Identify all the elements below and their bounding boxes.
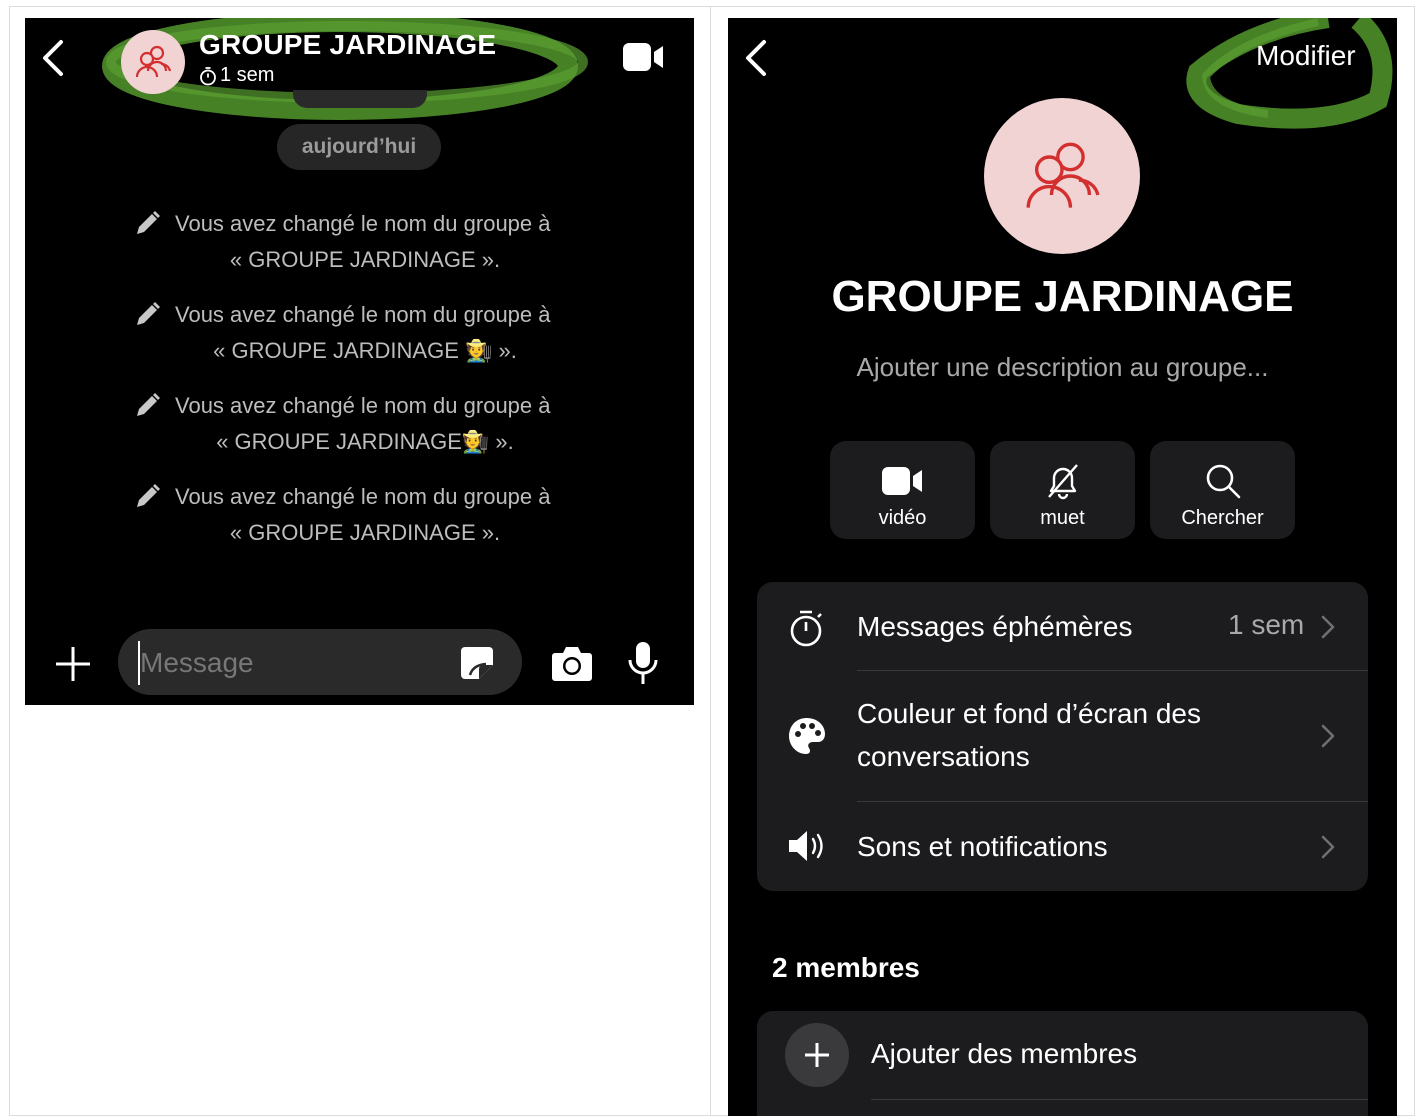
sticker-icon[interactable] [459,645,495,681]
video-action-button[interactable]: vidéo [830,441,975,539]
system-message-line2: « GROUPE JARDINAGE ». [229,247,501,272]
highlight-scribble [1186,18,1393,129]
speaker-icon [789,831,823,861]
settings-list: Messages éphémères 1 sem Couleur et fond… [757,582,1368,891]
chevron-right-icon [1321,724,1335,748]
pencil-icon [137,393,160,416]
add-members-button[interactable] [785,1023,849,1087]
group-people-icon [135,45,172,78]
group-info-screen: Modifier GROUPE JARDINAGE Ajouter une de… [728,18,1397,1116]
video-icon [881,467,922,495]
members-section-title: 2 membres [772,952,920,983]
back-chevron-icon[interactable] [742,38,772,78]
camera-icon[interactable] [551,644,593,682]
plus-icon[interactable] [53,644,93,684]
divider [871,1099,1368,1100]
chat-title[interactable]: GROUPE JARDINAGE [199,29,496,61]
add-members-label[interactable]: Ajouter des membres [871,1038,1137,1070]
pencil-icon [137,211,160,234]
timer-icon [200,66,216,85]
pencil-icon [137,302,160,325]
group-people-icon [1026,142,1100,208]
system-message-line1: Vous avez changé le nom du groupe à [175,302,551,327]
system-message: Vous avez changé le nom du groupe à « GR… [115,479,615,551]
system-message-line2: « GROUPE JARDINAGE🧑‍🌾 ». [216,429,514,454]
search-action-label: Chercher [1181,507,1264,529]
plus-icon [805,1043,829,1067]
chevron-right-icon [1321,615,1335,639]
system-message: Vous avez changé le nom du groupe à « GR… [115,388,615,460]
system-message-line2: « GROUPE JARDINAGE ». [229,520,501,545]
pencil-icon [137,484,160,507]
group-name: GROUPE JARDINAGE [831,272,1294,321]
palette-icon [789,718,825,754]
video-action-label: vidéo [878,507,927,529]
group-description-field[interactable]: Ajouter une description au groupe... [728,352,1397,383]
disappearing-messages-row[interactable]: Messages éphémères 1 sem [757,582,1368,670]
system-message-line1: Vous avez changé le nom du groupe à [175,211,551,236]
message-input[interactable] [138,641,442,685]
back-chevron-icon[interactable] [39,38,69,78]
sounds-notifications-label: Sons et notifications [857,831,1108,862]
search-action-button[interactable]: Chercher [1150,441,1295,539]
previous-pill-edge [293,90,427,108]
disappearing-messages-value: 1 sem [1228,609,1305,640]
edit-button[interactable]: Modifier [1256,40,1356,72]
system-message: Vous avez changé le nom du groupe à « GR… [115,297,615,369]
microphone-icon[interactable] [627,640,659,686]
message-composer [118,629,522,695]
search-icon [1206,464,1240,499]
timer-icon [790,610,822,647]
chat-timer: 1 sem [199,64,274,87]
group-avatar-large[interactable] [984,98,1140,254]
video-call-icon[interactable] [623,42,665,72]
chat-theme-label-line1: Couleur et fond d’écran des [857,698,1201,729]
date-separator: aujourd’hui [277,124,441,170]
chevron-right-icon [1321,835,1335,859]
chat-screen: GROUPE JARDINAGE 1 sem aujourd’hui Vous … [25,18,694,705]
disappearing-messages-label: Messages éphémères [857,611,1133,642]
system-message-line1: Vous avez changé le nom du groupe à [175,393,551,418]
sounds-notifications-row[interactable]: Sons et notifications [757,802,1368,891]
chat-theme-label-line2: conversations [857,741,1030,772]
bell-slash-icon [1047,464,1078,500]
chat-timer-label: 1 sem [220,64,275,86]
group-avatar[interactable] [121,30,185,94]
chat-theme-row[interactable]: Couleur et fond d’écran des conversation… [757,671,1368,801]
system-message: Vous avez changé le nom du groupe à « GR… [115,206,615,278]
system-message-line2: « GROUPE JARDINAGE 🧑‍🌾 ». [213,338,517,363]
system-message-line1: Vous avez changé le nom du groupe à [175,484,551,509]
mute-action-label: muet [1040,507,1085,529]
mute-action-button[interactable]: muet [990,441,1135,539]
members-list: Ajouter des membres [757,1011,1368,1116]
